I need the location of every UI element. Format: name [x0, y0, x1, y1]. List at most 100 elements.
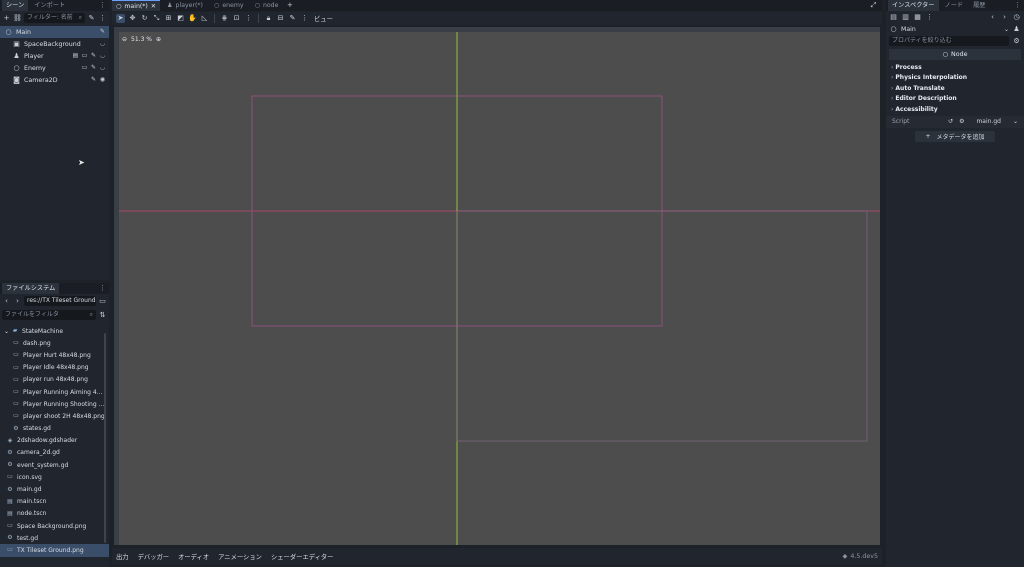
script-value[interactable]: main.gd — [976, 118, 1001, 125]
scene-filter-input[interactable]: フィルター: 名前 ⌕ — [24, 13, 85, 23]
tab-audio[interactable]: オーディオ — [178, 552, 209, 561]
eye-icon[interactable]: ◉ — [99, 76, 106, 85]
forward-arrow-icon[interactable]: › — [1000, 13, 1009, 22]
resource-menu-icon[interactable]: ⋮ — [925, 13, 934, 22]
visibility-icon[interactable]: ◡ — [99, 52, 106, 61]
rotate-mode-icon[interactable]: ↻ — [140, 14, 149, 23]
ruler-mode-icon[interactable]: ◩ — [176, 14, 185, 23]
file-item[interactable]: ▭ dash.png — [0, 337, 109, 349]
move-mode-icon[interactable]: ✥ — [128, 14, 137, 23]
section-physics-interpolation[interactable]: › Physics Interpolation — [886, 73, 1024, 84]
tab-output[interactable]: 出力 — [116, 552, 129, 561]
save-resource-icon[interactable]: ▦ — [913, 13, 922, 22]
new-resource-icon[interactable]: ▤ — [889, 13, 898, 22]
script-icon[interactable]: ✎ — [87, 14, 96, 23]
scene-tab-player[interactable]: ♟ player(*) — [163, 0, 207, 11]
zoom-in-icon[interactable]: ⊕ — [156, 36, 161, 43]
file-item[interactable]: ▭ Player Running Shooting ... — [0, 398, 109, 410]
tab-inspector[interactable]: インスペクター — [888, 0, 939, 11]
file-item[interactable]: ▭ Space Background.png — [0, 520, 109, 532]
split-view-icon[interactable]: ▭ — [98, 297, 107, 306]
filter-settings-icon[interactable]: ⚙ — [1012, 37, 1021, 46]
section-accessibility[interactable]: › Accessibility — [886, 104, 1024, 115]
tab-history[interactable]: 履歴 — [969, 0, 989, 11]
add-metadata-button[interactable]: + メタデータを追加 — [915, 130, 995, 142]
zoom-out-icon[interactable]: ⊖ — [122, 36, 127, 43]
chevron-down-icon[interactable]: ⌄ — [1004, 26, 1009, 33]
scene-tab-enemy[interactable]: ○ enemy — [210, 0, 248, 11]
kebab-menu-icon[interactable]: ⋮ — [99, 284, 106, 292]
reload-icon[interactable]: ↺ — [948, 118, 953, 125]
path-input[interactable]: res://TX Tileset Ground.pn — [24, 296, 96, 306]
script-attached-icon[interactable]: ✎ — [90, 64, 97, 73]
select-mode-icon[interactable]: ➤ — [116, 14, 125, 23]
inspector-object-row[interactable]: ○ Main ⌄ ♟ — [886, 23, 1024, 35]
visibility-icon[interactable]: ◡ — [99, 64, 106, 73]
grid-snap-icon[interactable]: ⋕ — [220, 14, 229, 23]
zoom-level[interactable]: 51.3 % — [131, 36, 152, 43]
chevron-down-icon[interactable]: ⌄ — [1013, 118, 1018, 125]
section-process[interactable]: › Process — [886, 62, 1024, 73]
tab-filesystem[interactable]: ファイルシステム — [2, 283, 60, 294]
bone-icon[interactable]: ✎ — [288, 14, 297, 23]
back-arrow-icon[interactable]: ‹ — [2, 297, 11, 306]
tab-import[interactable]: インポート — [30, 0, 69, 11]
add-scene-tab-icon[interactable]: + — [285, 1, 294, 10]
file-item[interactable]: ▭ icon.svg — [0, 471, 109, 483]
file-item[interactable]: ▭ player run 48x48.png — [0, 374, 109, 386]
chevron-down-icon[interactable]: ⌄ — [4, 328, 9, 335]
smart-snap-icon[interactable]: ⊡ — [232, 14, 241, 23]
measure-icon[interactable]: ◺ — [200, 14, 209, 23]
file-item[interactable]: ◈ 2dshadow.gdshader — [0, 435, 109, 447]
script-attached-icon[interactable]: ✎ — [90, 52, 97, 61]
file-item[interactable]: ⚙ main.gd — [0, 483, 109, 495]
file-filter-input[interactable]: ファイルをフィルタ ⌕ — [2, 310, 96, 320]
file-item[interactable]: ▤ node.tscn — [0, 508, 109, 520]
tab-node[interactable]: ノード — [941, 0, 968, 11]
more-options-icon[interactable]: ⋮ — [244, 14, 253, 23]
file-item[interactable]: ⌄ ▰ StateMachine — [0, 325, 109, 337]
visibility-icon[interactable]: ◡ — [99, 40, 106, 49]
file-item[interactable]: ▭ Player Idle 48x48.png — [0, 362, 109, 374]
lock-icon[interactable]: 🔒︎ — [264, 14, 273, 23]
close-icon[interactable]: ✕ — [151, 1, 156, 12]
filesystem-scrollbar[interactable] — [104, 333, 106, 543]
file-item[interactable]: ▭ TX Tileset Ground.png — [0, 544, 109, 557]
group-icon[interactable]: ⊟ — [276, 14, 285, 23]
tab-scene[interactable]: シーン — [2, 0, 29, 11]
scene-tab-node[interactable]: ○ node — [251, 0, 283, 11]
history-icon[interactable]: ◷ — [1012, 13, 1021, 22]
tree-item-camera2d[interactable]: ◙ Camera2D ✎ ◉ — [0, 74, 109, 86]
node-settings-icon[interactable]: ♟ — [1012, 25, 1021, 34]
kebab-menu-icon[interactable]: ⋮ — [1014, 1, 1021, 9]
file-item[interactable]: ⚙ camera_2d.gd — [0, 447, 109, 459]
section-auto-translate[interactable]: › Auto Translate — [886, 83, 1024, 94]
section-editor-description[interactable]: › Editor Description — [886, 94, 1024, 105]
tab-debugger[interactable]: デバッガー — [138, 552, 169, 561]
script-attached-icon[interactable]: ✎ — [90, 76, 97, 85]
tab-shader-editor[interactable]: シェーダーエディター — [271, 552, 334, 561]
link-icon[interactable]: ⛓ — [13, 14, 22, 23]
property-filter-input[interactable]: プロパティを絞り込む — [889, 36, 1009, 46]
scale-mode-icon[interactable]: ⤡ — [152, 14, 161, 23]
group-icon[interactable]: ▭ — [81, 64, 88, 73]
canvas-viewport[interactable]: ⊖ 51.3 % ⊕ — [114, 27, 880, 545]
file-item[interactable]: ▤ main.tscn — [0, 496, 109, 508]
view-menu[interactable]: ビュー — [314, 14, 333, 23]
gear-icon[interactable]: ⚙ — [959, 118, 964, 125]
distraction-free-icon[interactable]: ⤢ — [869, 1, 878, 10]
tree-item-player[interactable]: ♟ Player ▤ ▭ ✎ ◡ — [0, 50, 109, 62]
skeleton-icon[interactable]: ⋮ — [300, 14, 309, 23]
forward-arrow-icon[interactable]: › — [13, 297, 22, 306]
add-node-icon[interactable]: + — [2, 14, 11, 23]
file-item[interactable]: ▭ Player Running Aiming 4... — [0, 386, 109, 398]
open-resource-icon[interactable]: ▥ — [901, 13, 910, 22]
pan-mode-icon[interactable]: ⊞ — [164, 14, 173, 23]
hand-icon[interactable]: ✋ — [188, 14, 197, 23]
back-arrow-icon[interactable]: ‹ — [988, 13, 997, 22]
script-attached-icon[interactable]: ✎ — [99, 28, 106, 37]
tab-animation[interactable]: アニメーション — [218, 552, 262, 561]
tree-item-main[interactable]: ○ Main ✎ — [0, 26, 109, 38]
scene-tab-main[interactable]: ○ main(*) ✕ — [112, 0, 160, 11]
tree-item-spacebackground[interactable]: ▣ SpaceBackground ◡ — [0, 38, 109, 50]
